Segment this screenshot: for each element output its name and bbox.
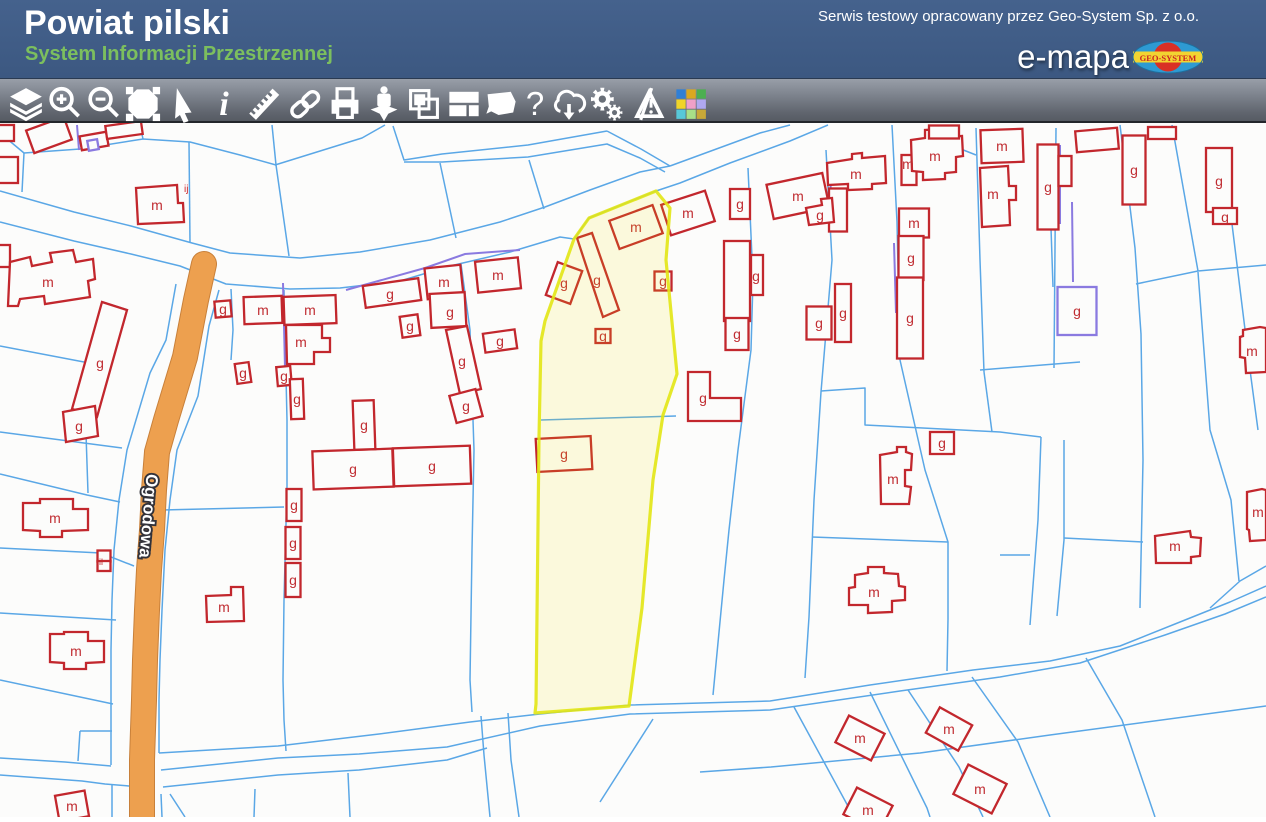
svg-text:il: il [99,557,103,567]
svg-text:g: g [289,572,297,588]
svg-text:g: g [75,418,83,434]
svg-text:g: g [1073,303,1081,319]
svg-text:m: m [66,798,78,814]
svg-text:m: m [42,274,54,290]
svg-text:?: ? [526,85,544,122]
svg-text:m: m [862,802,874,817]
svg-text:g: g [1221,209,1229,225]
svg-text:m: m [929,148,941,164]
svg-text:g: g [462,398,470,414]
svg-text:m: m [850,166,862,182]
svg-text:m: m [49,510,61,526]
svg-text:m: m [887,471,899,487]
svg-text:g: g [733,326,741,342]
svg-text:g: g [219,301,227,317]
svg-text:g: g [815,315,823,331]
svg-text:m: m [1169,538,1181,554]
svg-text:m: m [868,584,880,600]
svg-text:ij: ij [184,184,188,195]
svg-text:m: m [304,302,316,318]
svg-text:g: g [906,310,914,326]
svg-text:GEO-SYSTEM: GEO-SYSTEM [1140,53,1197,63]
svg-text:g: g [386,286,394,302]
svg-text:m: m [70,643,82,659]
svg-text:g: g [289,535,297,551]
svg-text:g: g [293,391,301,407]
svg-text:m: m [792,188,804,204]
svg-text:m: m [1252,504,1264,520]
svg-text:m: m [902,156,914,172]
svg-text:g: g [96,355,104,371]
svg-text:g: g [699,390,707,406]
svg-text:g: g [428,458,436,474]
svg-text:m: m [943,721,955,737]
svg-text:g: g [458,353,466,369]
svg-text:g: g [406,318,414,334]
svg-text:g: g [496,333,504,349]
svg-text:m: m [151,197,163,213]
svg-text:g: g [736,196,744,212]
svg-text:g: g [239,365,247,381]
svg-text:g: g [938,435,946,451]
svg-text:m: m [682,205,694,221]
svg-text:m: m [438,274,450,290]
svg-text:g: g [907,250,915,266]
svg-text:i: i [219,86,229,123]
svg-text:g: g [446,304,454,320]
svg-text:m: m [295,334,307,350]
svg-text:m: m [1246,343,1258,359]
svg-text:m: m [854,730,866,746]
svg-text:g: g [1130,162,1138,178]
svg-text:m: m [218,599,230,615]
svg-text:g: g [752,268,760,284]
svg-text:g: g [280,368,288,384]
svg-text:g: g [1215,173,1223,189]
svg-text:g: g [816,207,824,223]
svg-text:m: m [987,186,999,202]
svg-text:m: m [492,267,504,283]
svg-text:m: m [257,302,269,318]
svg-text:g: g [349,461,357,477]
svg-text:m: m [996,138,1008,154]
svg-text:g: g [360,417,368,433]
svg-text:m: m [974,781,986,797]
svg-text:g: g [839,305,847,321]
svg-text:g: g [1044,179,1052,195]
svg-text:g: g [290,497,298,513]
svg-text:m: m [908,215,920,231]
